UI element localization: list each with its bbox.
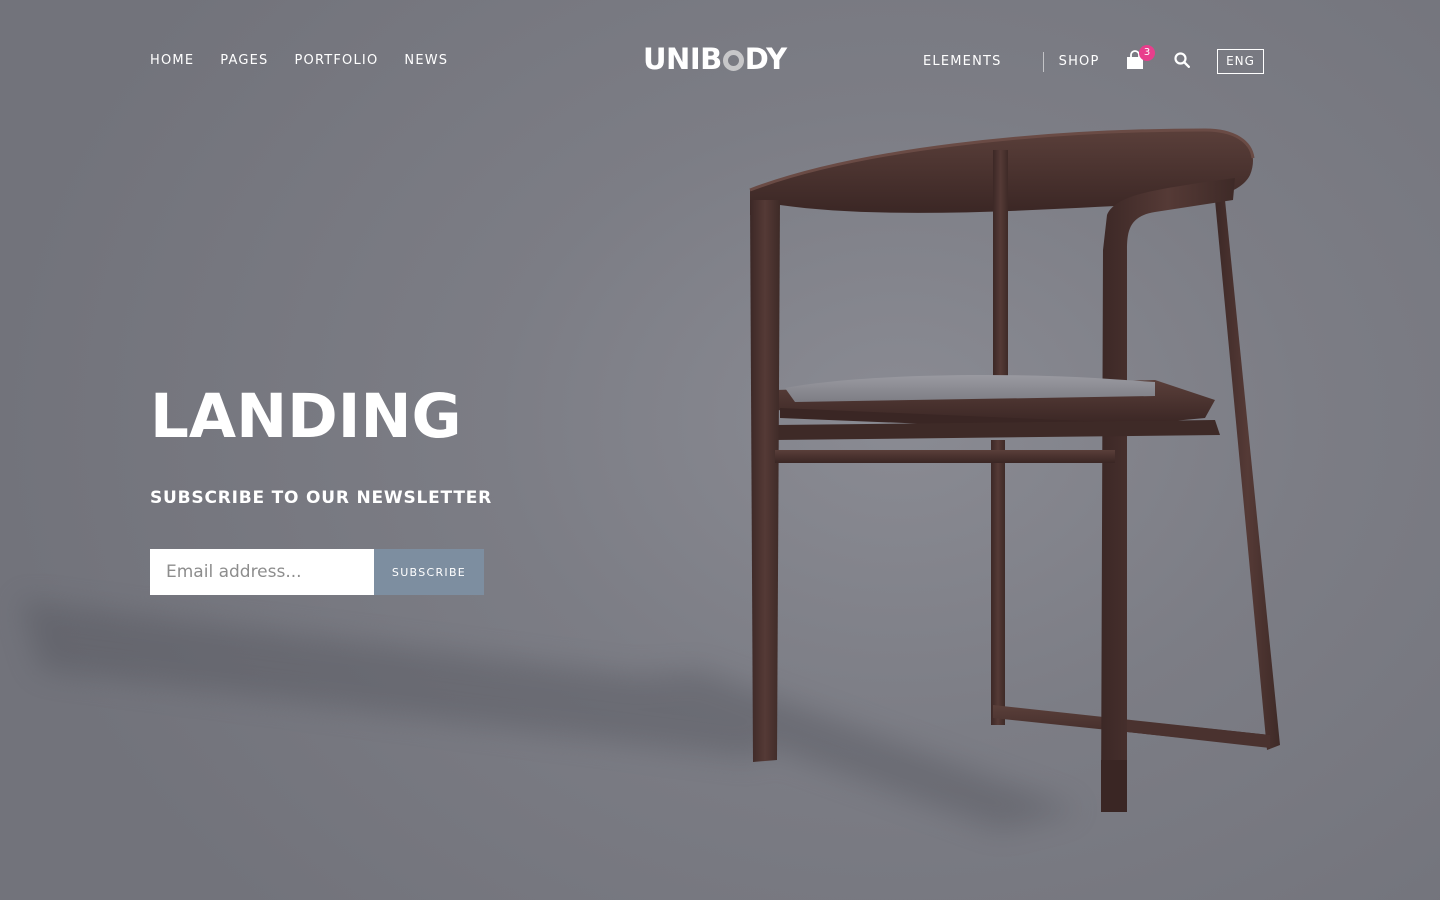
nav-divider (1042, 52, 1044, 72)
language-selector[interactable]: ENG (1217, 49, 1264, 74)
newsletter-heading: SUBSCRIBE TO OUR NEWSLETTER (150, 488, 493, 508)
hero-title: LANDING (150, 381, 462, 452)
primary-nav-right: ELEMENTS SHOP (923, 52, 1100, 72)
logo-text-start: UNIB (643, 42, 722, 76)
subscribe-button[interactable]: SUBSCRIBE (374, 549, 484, 595)
cart-count-badge: 3 (1139, 45, 1155, 61)
nav-home[interactable]: HOME (150, 52, 194, 70)
newsletter-form: SUBSCRIBE (150, 549, 484, 595)
site-logo[interactable]: UNIB DY (643, 42, 787, 76)
logo-o-mark (722, 49, 744, 71)
nav-pages[interactable]: PAGES (220, 52, 268, 70)
nav-elements[interactable]: ELEMENTS (923, 53, 1002, 71)
search-icon[interactable] (1174, 52, 1190, 68)
nav-portfolio[interactable]: PORTFOLIO (294, 52, 378, 70)
site-header: HOME PAGES PORTFOLIO NEWS UNIB DY ELEMENT… (0, 0, 1440, 120)
primary-nav-left: HOME PAGES PORTFOLIO NEWS (150, 52, 474, 70)
logo-text-end: DY (744, 42, 787, 76)
chair-image (749, 128, 1280, 812)
nav-shop[interactable]: SHOP (1059, 53, 1100, 71)
email-input[interactable] (150, 549, 374, 595)
nav-news[interactable]: NEWS (404, 52, 448, 70)
